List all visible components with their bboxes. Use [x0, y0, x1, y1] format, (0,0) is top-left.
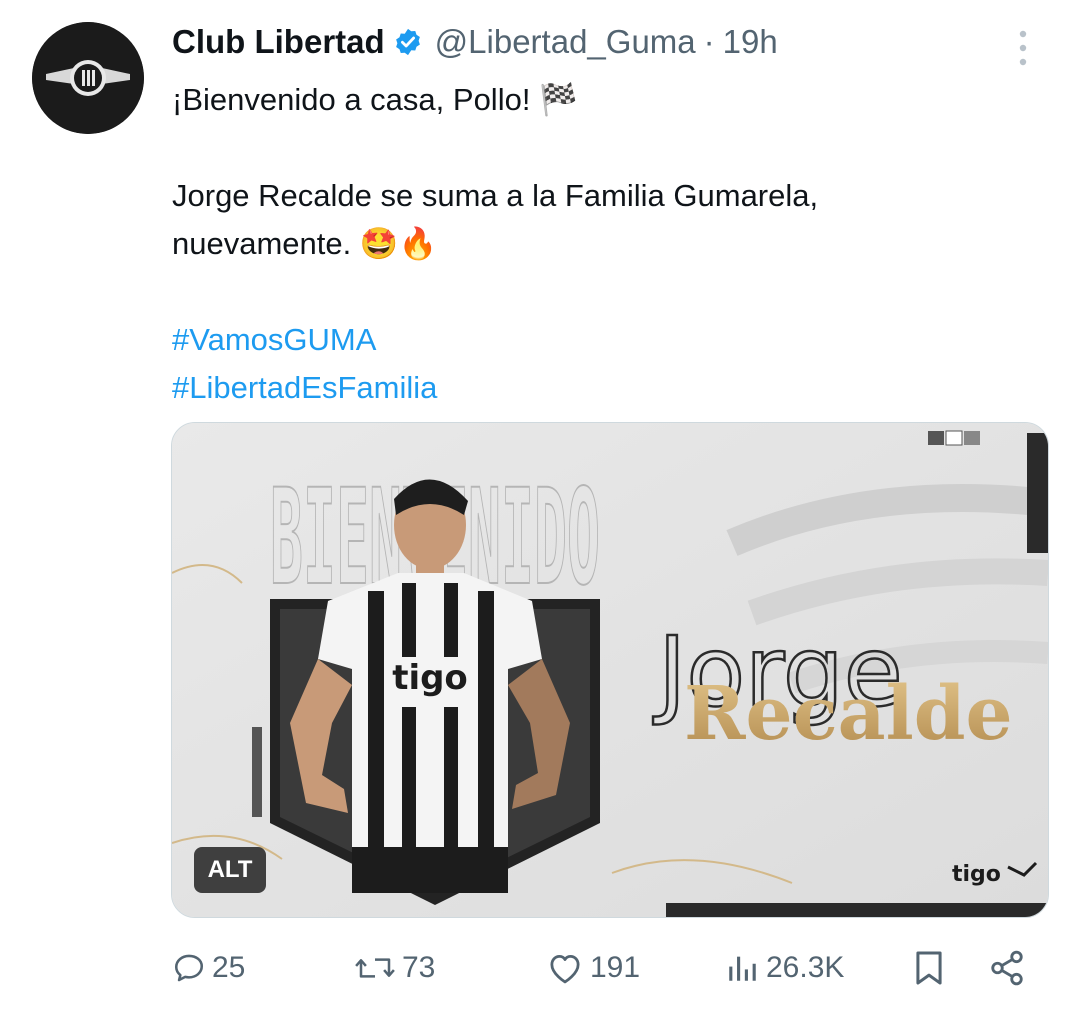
share-icon: [991, 950, 1023, 986]
tweet-text: ¡Bienvenido a casa, Pollo! 🏁 Jorge Recal…: [172, 76, 1032, 412]
bookmark-icon: [916, 951, 942, 985]
heart-icon: [550, 955, 580, 984]
reply-icon: [174, 954, 204, 982]
tweet-header: Club Libertad @Libertad_Guma · 19h: [172, 20, 778, 64]
views-count: 26.3K: [766, 951, 845, 984]
tweet-line-3: nuevamente. 🤩🔥: [172, 226, 438, 261]
alt-text-button[interactable]: ALT: [194, 847, 266, 893]
tweet-actions: 25 73 191 26.3K: [172, 940, 1032, 996]
views-icon: [729, 956, 756, 981]
more-vertical-icon[interactable]: [1008, 24, 1038, 68]
avatar[interactable]: [32, 22, 144, 134]
svg-text:tigo: tigo: [952, 862, 1001, 887]
like-button[interactable]: 191: [546, 940, 640, 996]
reply-button[interactable]: 25: [172, 940, 245, 996]
svg-text:Recalde: Recalde: [684, 671, 1013, 757]
svg-text:tigo: tigo: [392, 658, 468, 698]
views-button[interactable]: 26.3K: [724, 940, 844, 996]
separator-dot: ·: [703, 23, 715, 60]
reply-count: 25: [212, 951, 246, 984]
author-name[interactable]: Club Libertad: [172, 23, 385, 61]
hashtag-link[interactable]: #LibertadEsFamilia: [172, 370, 437, 405]
repost-button[interactable]: 73: [354, 940, 435, 996]
tweet-time[interactable]: 19h: [723, 23, 778, 61]
like-count: 191: [590, 951, 641, 984]
repost-icon: [355, 958, 395, 978]
share-button[interactable]: [988, 940, 1026, 996]
tweet-media-image[interactable]: BIENVENIDO tigo Jorge Recalde tigo: [171, 422, 1049, 918]
author-handle[interactable]: @Libertad_Guma: [435, 23, 696, 61]
bookmark-button[interactable]: [912, 940, 946, 996]
club-logo-icon: [32, 22, 144, 134]
welcome-graphic: BIENVENIDO tigo Jorge Recalde tigo: [172, 423, 1048, 917]
hashtag-link[interactable]: #VamosGUMA: [172, 322, 376, 357]
tweet-line-2: Jorge Recalde se suma a la Familia Gumar…: [172, 178, 819, 213]
repost-count: 73: [402, 951, 436, 984]
tweet-line-1: ¡Bienvenido a casa, Pollo! 🏁: [172, 82, 578, 117]
verified-badge-icon: [393, 27, 423, 57]
